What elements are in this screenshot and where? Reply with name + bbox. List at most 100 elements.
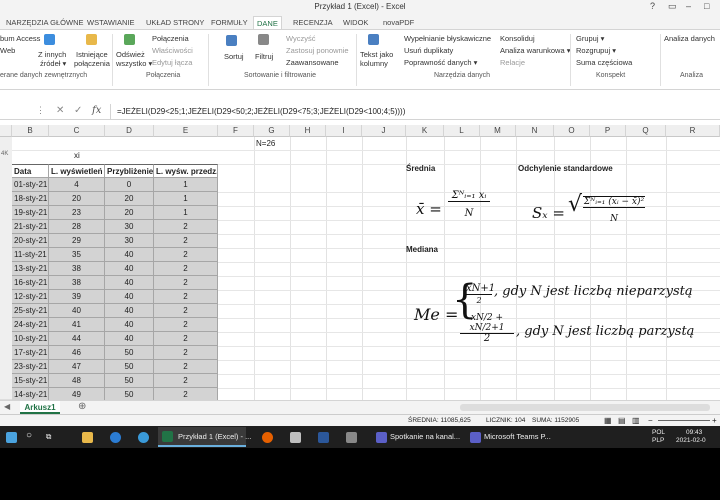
advanced-button[interactable]: Zaawansowane	[286, 58, 339, 67]
cell-interval[interactable]: 2	[154, 248, 218, 262]
cell-date[interactable]: 19-sty-21	[12, 206, 49, 220]
cell-date[interactable]: 13-sty-21	[12, 262, 49, 276]
tab-novapdf[interactable]: novaPDF	[380, 16, 417, 29]
zoom-slider[interactable]	[658, 420, 710, 421]
task-view-icon[interactable]: ⧉	[46, 432, 51, 442]
cell-views[interactable]: 29	[49, 234, 105, 248]
connections-button[interactable]: Połączenia	[152, 34, 189, 43]
cell-date[interactable]: 16-sty-21	[12, 276, 49, 290]
cell-approximation[interactable]: 20	[105, 206, 154, 220]
app-icon-2[interactable]	[346, 432, 357, 443]
cell-interval[interactable]: 2	[154, 276, 218, 290]
help-icon[interactable]: ?	[650, 1, 655, 11]
scroll-left-icon[interactable]: ◀	[4, 402, 10, 411]
cell-interval[interactable]: 2	[154, 304, 218, 318]
word-icon[interactable]	[318, 432, 329, 443]
column-header-d[interactable]: D	[105, 125, 154, 137]
text-to-columns-button[interactable]: Tekst jako	[360, 50, 393, 59]
cell-approximation[interactable]: 40	[105, 276, 154, 290]
cell-views[interactable]: 46	[49, 346, 105, 360]
data-validation-button[interactable]: Poprawność danych ▾	[404, 58, 477, 67]
from-web-button[interactable]: Web	[0, 46, 15, 55]
reapply-button[interactable]: Zastosuj ponownie	[286, 46, 349, 55]
minimize-icon[interactable]: –	[686, 1, 691, 11]
cell-views[interactable]: 38	[49, 262, 105, 276]
cell-interval[interactable]: 2	[154, 374, 218, 388]
cell-views[interactable]: 40	[49, 304, 105, 318]
column-header-m[interactable]: M	[480, 125, 516, 137]
cell-approximation[interactable]: 0	[105, 178, 154, 192]
from-other-sources-button[interactable]: Z innych	[38, 50, 66, 59]
taskbar-excel-window[interactable]: Przykład 1 (Excel) - ...	[158, 427, 251, 447]
insert-function-icon[interactable]: fx	[92, 105, 101, 116]
horizontal-scrollbar[interactable]	[460, 404, 710, 411]
clock-date[interactable]: 2021-02-0	[676, 437, 706, 444]
consolidate-button[interactable]: Konsoliduj	[500, 34, 535, 43]
cell-date[interactable]: 23-sty-21	[12, 360, 49, 374]
cell-interval[interactable]: 1	[154, 206, 218, 220]
column-header-e[interactable]: E	[154, 125, 218, 137]
cell-approximation[interactable]: 20	[105, 192, 154, 206]
cell-date[interactable]: 24-sty-21	[12, 318, 49, 332]
cell-interval[interactable]: 2	[154, 318, 218, 332]
teams-icon-2[interactable]	[470, 432, 481, 443]
edit-links-button[interactable]: Edytuj łącza	[152, 58, 192, 67]
cell-date[interactable]: 17-sty-21	[12, 346, 49, 360]
column-header-b[interactable]: B	[12, 125, 49, 137]
cell-approximation[interactable]: 40	[105, 262, 154, 276]
filter-button[interactable]: Filtruj	[255, 52, 273, 61]
cell-interval[interactable]: 2	[154, 262, 218, 276]
cell-approximation[interactable]: 50	[105, 346, 154, 360]
sheet-tab-arkusz1[interactable]: Arkusz1	[20, 401, 60, 414]
cell-interval[interactable]: 2	[154, 220, 218, 234]
edge-icon[interactable]	[110, 432, 121, 443]
refresh-all-button[interactable]: Odśwież	[116, 50, 145, 59]
cell-approximation[interactable]: 40	[105, 318, 154, 332]
cell-views[interactable]: 41	[49, 318, 105, 332]
header-views[interactable]: L. wyświetleń	[49, 164, 105, 178]
column-header-n[interactable]: N	[516, 125, 554, 137]
cell-date[interactable]: 10-sty-21	[12, 332, 49, 346]
cell-views[interactable]: 28	[49, 220, 105, 234]
file-explorer-icon[interactable]	[82, 432, 93, 443]
ungroup-button[interactable]: Rozgrupuj ▾	[576, 46, 616, 55]
row-headers[interactable]	[0, 137, 12, 400]
language-indicator[interactable]: POL	[652, 429, 665, 436]
existing-connections-button[interactable]: Istniejące	[76, 50, 108, 59]
refresh-all-dropdown[interactable]: wszystko ▾	[116, 59, 152, 68]
column-header-h[interactable]: H	[290, 125, 326, 137]
taskbar-meeting-label[interactable]: Spotkanie na kanal...	[390, 432, 460, 441]
tab-widok[interactable]: WIDOK	[340, 16, 371, 29]
column-header-g[interactable]: G	[254, 125, 290, 137]
formula-input[interactable]: =JEŻELI(D29<25;1;JEŻELI(D29<50;2;JEŻELI(…	[110, 104, 720, 120]
cell-approximation[interactable]: 30	[105, 234, 154, 248]
cell-date[interactable]: 18-sty-21	[12, 192, 49, 206]
teams-icon[interactable]	[376, 432, 387, 443]
cell-date[interactable]: 15-sty-21	[12, 374, 49, 388]
cell-date[interactable]: 21-sty-21	[12, 220, 49, 234]
search-icon[interactable]: ○	[26, 430, 32, 441]
flash-fill-button[interactable]: Wypełnianie błyskawiczne	[404, 34, 491, 43]
cell-views[interactable]: 44	[49, 332, 105, 346]
from-other-sources-dropdown[interactable]: źródeł ▾	[40, 59, 66, 68]
cell-interval[interactable]: 2	[154, 332, 218, 346]
properties-button[interactable]: Właściwości	[152, 46, 193, 55]
cell-views[interactable]: 4	[49, 178, 105, 192]
firefox-icon[interactable]	[262, 432, 273, 443]
cell-interval[interactable]: 2	[154, 290, 218, 304]
column-header-p[interactable]: P	[590, 125, 626, 137]
cell-approximation[interactable]: 50	[105, 360, 154, 374]
tab-dane[interactable]: DANE	[253, 16, 282, 29]
cell-views[interactable]: 23	[49, 206, 105, 220]
column-header-k[interactable]: K	[406, 125, 444, 137]
browser-icon[interactable]	[138, 432, 149, 443]
cell-approximation[interactable]: 40	[105, 304, 154, 318]
cancel-icon[interactable]: ✕	[56, 105, 64, 116]
keyboard-indicator[interactable]: PLP	[652, 437, 664, 444]
maximize-icon[interactable]: □	[704, 1, 709, 11]
cell-views[interactable]: 47	[49, 360, 105, 374]
taskbar-teams-label[interactable]: Microsoft Teams P...	[484, 432, 551, 441]
enter-icon[interactable]: ✓	[74, 105, 82, 116]
cell-approximation[interactable]: 40	[105, 290, 154, 304]
cell-approximation[interactable]: 40	[105, 332, 154, 346]
